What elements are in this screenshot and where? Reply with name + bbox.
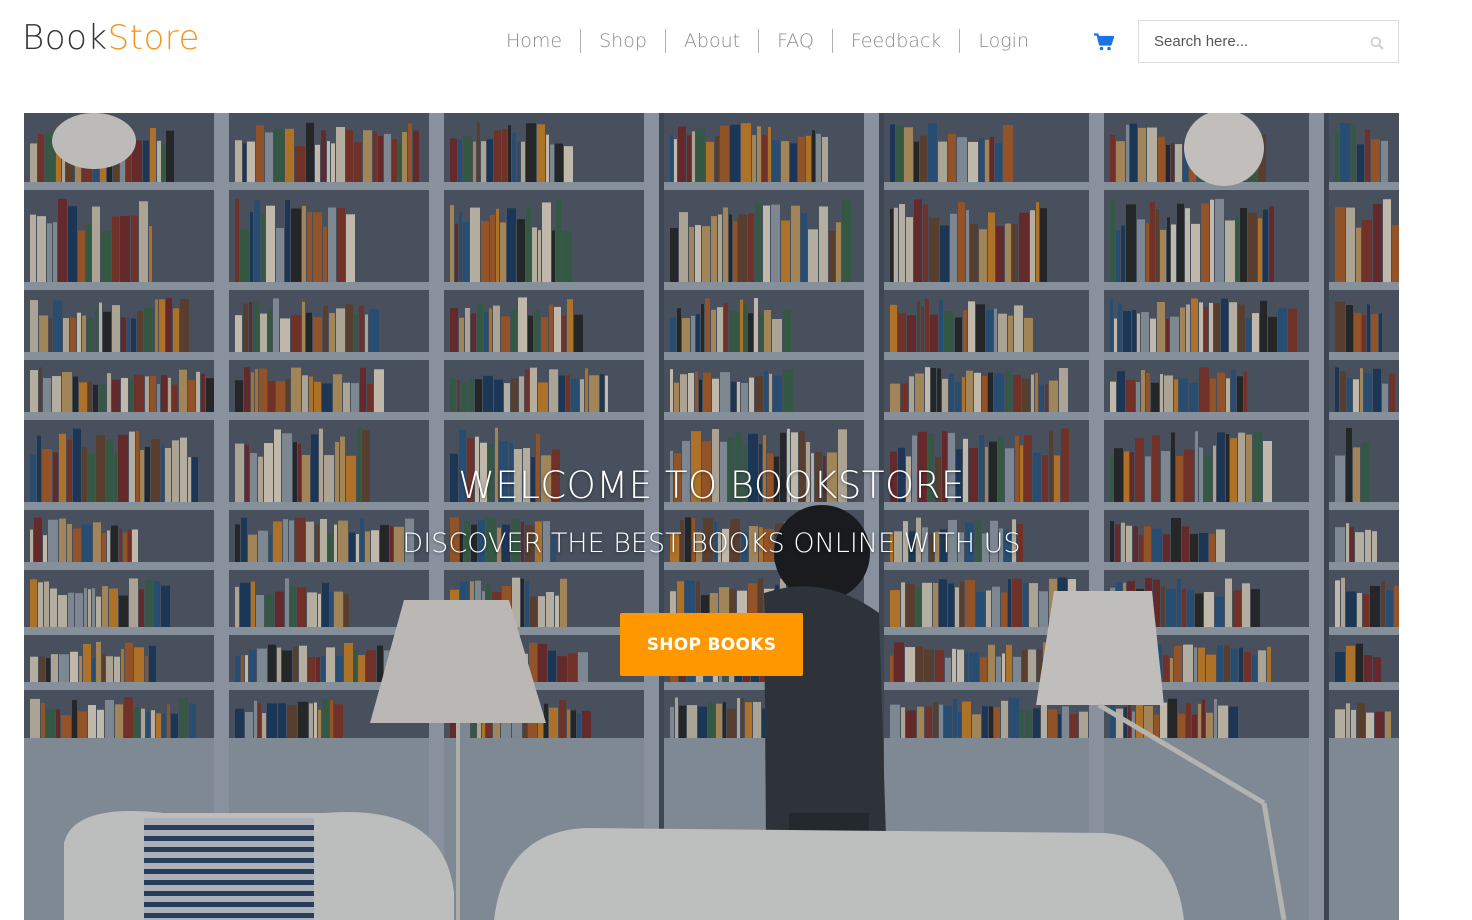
hero-title: WELCOME TO BOOKSTORE bbox=[458, 464, 965, 507]
main-nav: Home Shop About FAQ Feedback Login bbox=[488, 26, 1047, 56]
shop-books-button[interactable]: SHOP BOOKS bbox=[620, 613, 803, 676]
hero-banner: WELCOME TO BOOKSTORE DISCOVER THE BEST B… bbox=[24, 113, 1399, 920]
hero-overlay bbox=[24, 113, 1399, 920]
site-header: BookStore Home Shop About FAQ Feedback L… bbox=[0, 0, 1472, 92]
nav-feedback-link[interactable]: Feedback bbox=[833, 29, 961, 53]
site-logo[interactable]: BookStore bbox=[22, 16, 200, 60]
nav-faq-link[interactable]: FAQ bbox=[759, 29, 833, 53]
logo-text-book: Book bbox=[22, 18, 108, 58]
shopping-cart-icon[interactable] bbox=[1094, 33, 1115, 51]
hero-subtitle: DISCOVER THE BEST BOOKS ONLINE WITH US bbox=[402, 528, 1021, 559]
nav-home-link[interactable]: Home bbox=[488, 29, 582, 53]
nav-about-link[interactable]: About bbox=[666, 29, 760, 53]
logo-text-store: Store bbox=[107, 18, 200, 58]
nav-login-link[interactable]: Login bbox=[960, 29, 1047, 53]
search-box bbox=[1138, 20, 1399, 63]
nav-shop-link[interactable]: Shop bbox=[581, 29, 666, 53]
search-input[interactable] bbox=[1139, 21, 1359, 62]
search-icon[interactable] bbox=[1370, 35, 1384, 50]
